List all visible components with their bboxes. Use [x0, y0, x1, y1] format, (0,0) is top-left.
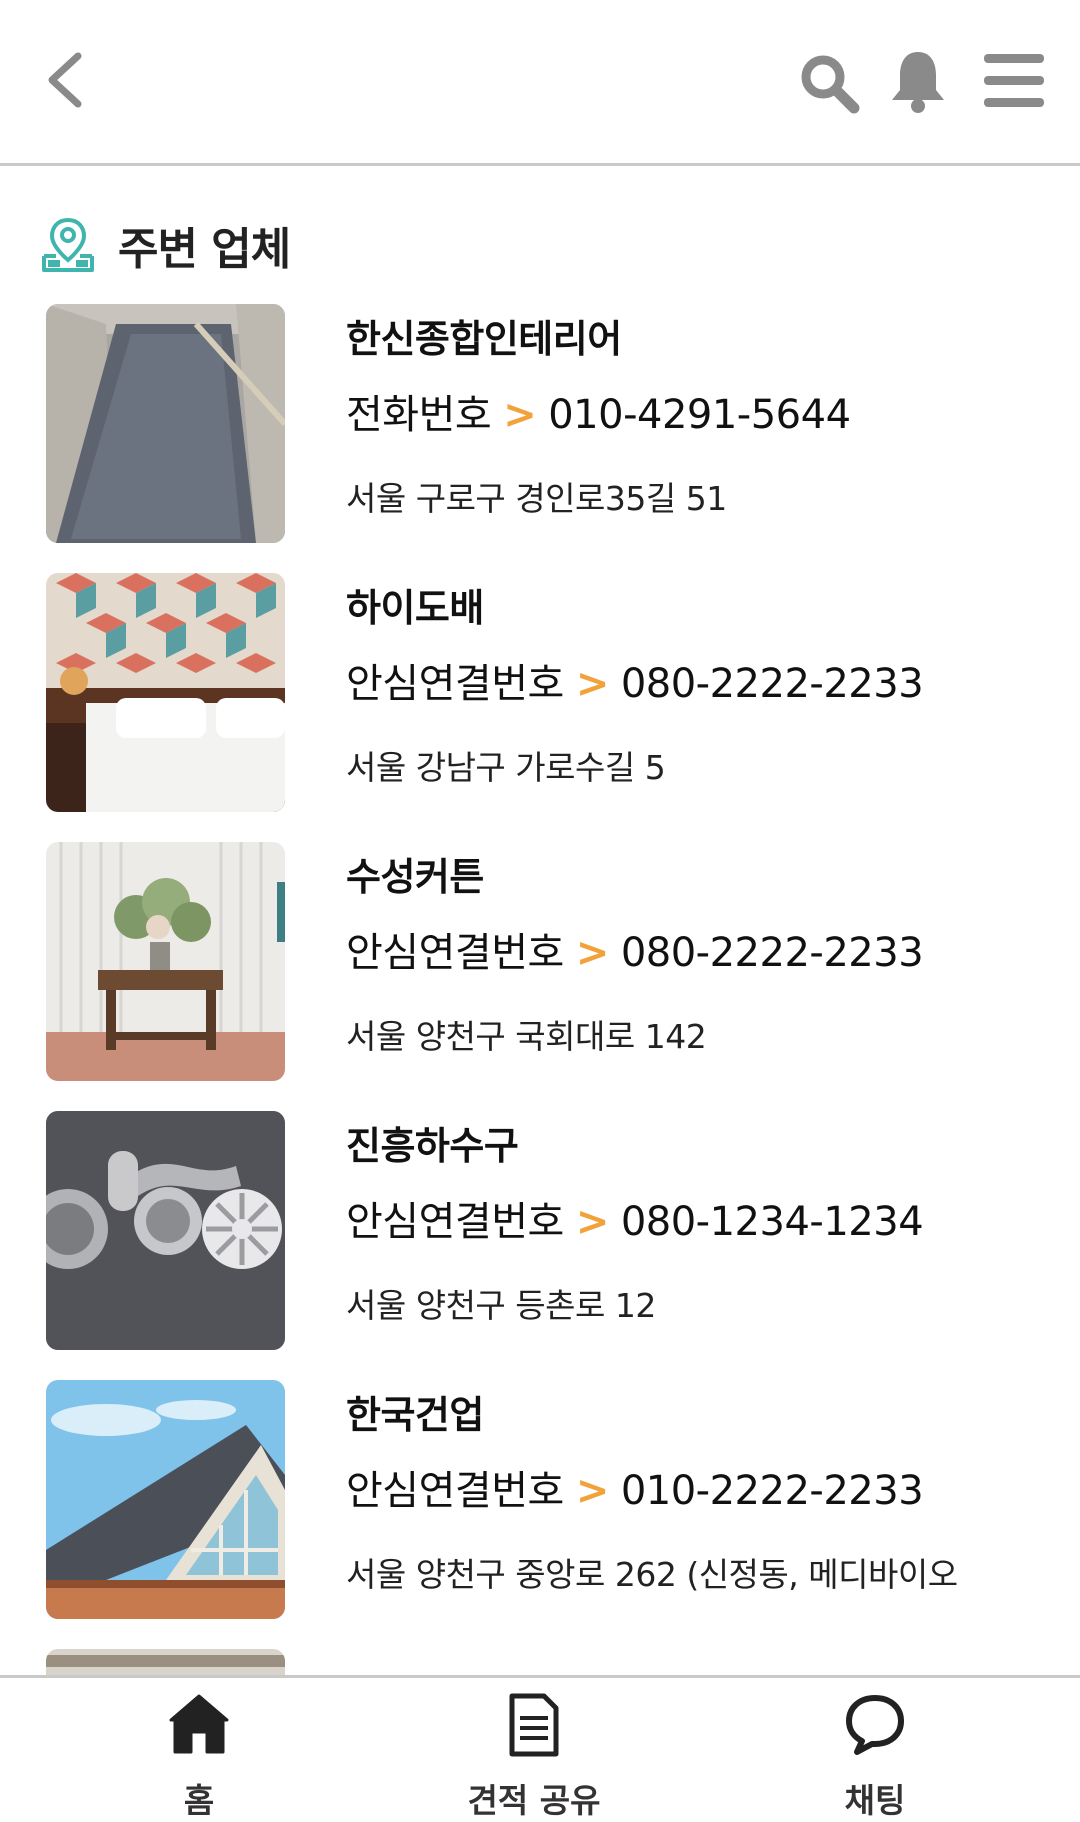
vendor-thumbnail: [46, 1649, 285, 1676]
vendor-item[interactable]: 한신종합인테리어 전화번호 >010-4291-5644 서울 구로구 경인로35…: [0, 304, 1080, 544]
arrow-icon: >: [575, 1199, 610, 1245]
nav-label: 홈: [183, 1781, 215, 1820]
phone-number: 080-2222-2233: [620, 930, 924, 976]
vendor-item[interactable]: 진흥하수구 안심연결번호 >080-1234-1234 서울 양천구 등촌로 12: [0, 1111, 1080, 1351]
nav-label: 채팅: [844, 1781, 906, 1820]
hamburger-menu-icon[interactable]: [984, 52, 1044, 110]
vendor-thumbnail: [46, 1111, 285, 1350]
vendor-thumbnail: [46, 304, 285, 543]
vendor-name: 하이도배: [346, 586, 484, 630]
phone-label: 안심연결번호: [346, 1468, 564, 1514]
vendor-thumbnail: [46, 573, 285, 812]
vendor-name: 수성커튼: [346, 855, 484, 899]
section-title: 주변 업체: [118, 224, 291, 275]
bell-icon[interactable]: [888, 48, 948, 114]
chevron-left-icon[interactable]: [44, 50, 86, 110]
vendor-address: 서울 강남구 가로수길 5: [346, 748, 666, 787]
chat-bubble-icon: [846, 1695, 904, 1755]
arrow-icon: >: [575, 930, 610, 976]
nav-home[interactable]: 홈: [79, 1678, 319, 1820]
arrow-icon: >: [575, 1468, 610, 1514]
nav-label: 견적 공유: [467, 1781, 601, 1820]
phone-number: 010-2222-2233: [620, 1468, 924, 1514]
vendor-item[interactable]: 하이도배 안심연결번호 >080-2222-2233 서울 강남구 가로수길 5: [0, 573, 1080, 813]
phone-number: 010-4291-5644: [548, 392, 851, 438]
vendor-address: 서울 양천구 중앙로 262 (신정동, 메디바이오: [346, 1555, 958, 1594]
nav-quote-share[interactable]: 견적 공유: [414, 1678, 654, 1820]
home-icon: [169, 1694, 229, 1754]
phone-label: 전화번호: [346, 392, 492, 438]
vendor-thumbnail: [46, 842, 285, 1081]
phone-label: 안심연결번호: [346, 661, 564, 707]
vendor-name: 진흥하수구: [346, 1124, 519, 1168]
document-icon: [509, 1693, 559, 1757]
vendor-list: 한신종합인테리어 전화번호 >010-4291-5644 서울 구로구 경인로35…: [0, 304, 1080, 1676]
arrow-icon: >: [503, 392, 537, 438]
vendor-address: 서울 양천구 등촌로 12: [346, 1286, 656, 1325]
phone-label: 안심연결번호: [346, 930, 564, 976]
phone-label: 안심연결번호: [346, 1199, 564, 1245]
vendor-item[interactable]: 한국건업 안심연결번호 >010-2222-2233 서울 양천구 중앙로 262…: [0, 1380, 1080, 1620]
vendor-thumbnail: [46, 1380, 285, 1619]
search-icon[interactable]: [798, 52, 860, 114]
map-pin-icon: [42, 217, 94, 272]
vendor-phone[interactable]: 안심연결번호 >080-2222-2233: [346, 920, 924, 978]
vendor-address: 서울 양천구 국회대로 142: [346, 1017, 707, 1056]
vendor-item-partial[interactable]: [0, 1649, 1080, 1676]
bottom-navigation: 홈 견적 공유 채팅: [0, 1675, 1080, 1820]
vendor-address: 서울 구로구 경인로35길 51: [346, 479, 727, 518]
top-app-bar: [0, 0, 1080, 166]
vendor-name: 한국건업: [346, 1393, 484, 1437]
vendor-phone[interactable]: 안심연결번호 >080-2222-2233: [346, 651, 924, 709]
section-header: 주변 업체: [40, 210, 291, 280]
phone-number: 080-2222-2233: [620, 661, 924, 707]
vendor-item[interactable]: 수성커튼 안심연결번호 >080-2222-2233 서울 양천구 국회대로 14…: [0, 842, 1080, 1082]
arrow-icon: >: [575, 661, 610, 707]
vendor-name: 한신종합인테리어: [346, 317, 622, 361]
nav-chat[interactable]: 채팅: [755, 1678, 995, 1820]
vendor-phone[interactable]: 안심연결번호 >010-2222-2233: [346, 1458, 924, 1516]
vendor-phone[interactable]: 전화번호 >010-4291-5644: [346, 382, 851, 440]
phone-number: 080-1234-1234: [620, 1199, 924, 1245]
vendor-phone[interactable]: 안심연결번호 >080-1234-1234: [346, 1189, 924, 1247]
